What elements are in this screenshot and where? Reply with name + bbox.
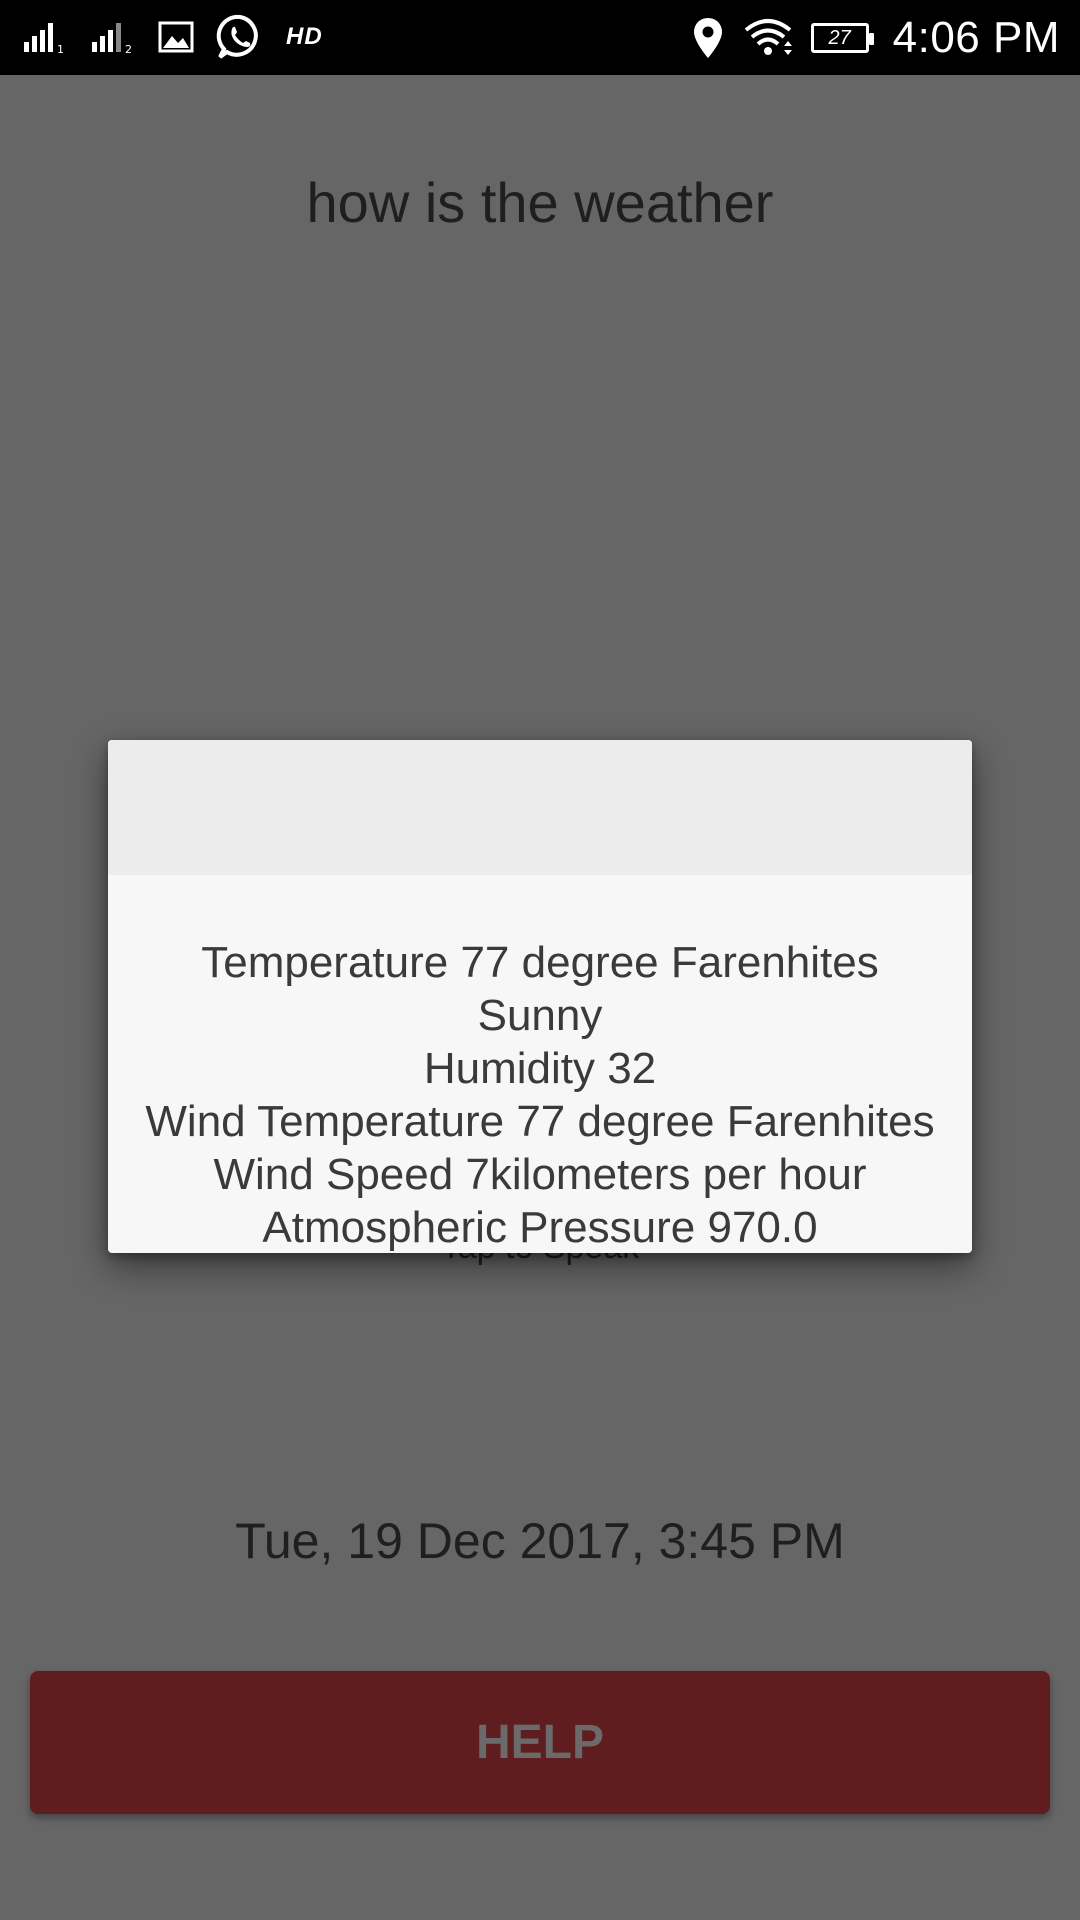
temperature-line: Temperature 77 degree Farenhites <box>201 938 879 987</box>
hd-indicator: HD <box>286 23 323 50</box>
help-button[interactable]: HELP <box>30 1671 1050 1814</box>
status-bar: 1 2 HD 27 4:06 PM <box>0 0 1080 75</box>
image-icon <box>158 21 194 53</box>
wifi-icon <box>743 18 793 58</box>
battery-indicator: 27 <box>810 23 874 53</box>
battery-level: 27 <box>828 26 851 49</box>
location-pin-icon <box>691 16 725 60</box>
humidity-line: Humidity 32 <box>423 1044 657 1093</box>
wind-temperature-line: Wind Temperature 77 degree Farenhites <box>145 1097 935 1146</box>
svg-text:1: 1 <box>57 43 64 54</box>
dialog-body: Temperature 77 degree Farenhites Sunny H… <box>108 936 972 1253</box>
recognized-query-text: how is the weather <box>306 171 774 234</box>
dialog-header <box>108 740 972 875</box>
status-bar-right: 27 4:06 PM <box>691 8 1060 68</box>
date-time-text: Tue, 19 Dec 2017, 3:45 PM <box>235 1513 845 1569</box>
wind-speed-line: Wind Speed 7kilometers per hour <box>213 1150 867 1199</box>
svg-text:2: 2 <box>125 43 132 54</box>
pressure-line: Atmospheric Pressure 970.0 <box>262 1203 818 1252</box>
signal-bars-sim1-icon: 1 <box>22 20 68 54</box>
whatsapp-icon <box>216 13 264 61</box>
condition-line: Sunny <box>477 991 603 1040</box>
status-clock: 4:06 PM <box>892 13 1060 62</box>
signal-bars-sim2-icon: 2 <box>90 20 136 54</box>
status-bar-left: 1 2 HD <box>22 12 323 62</box>
weather-dialog: Temperature 77 degree Farenhites Sunny H… <box>108 740 972 1253</box>
